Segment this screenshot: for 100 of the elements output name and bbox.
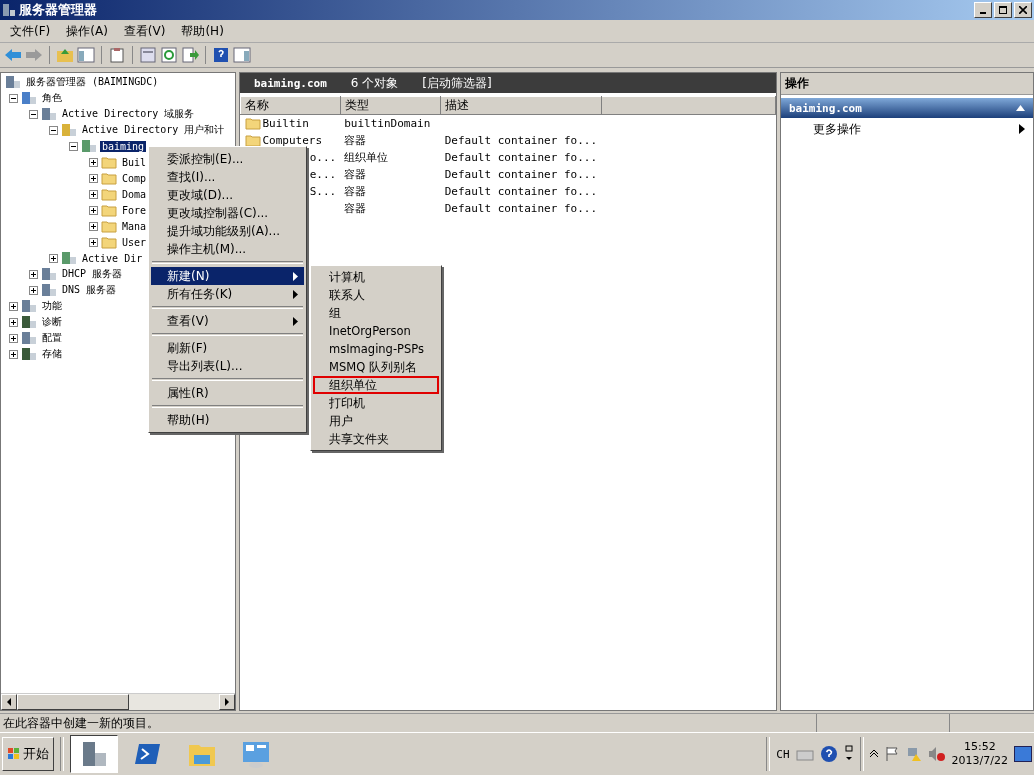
menu-item[interactable]: 组: [313, 304, 439, 322]
tree-item[interactable]: Fore: [120, 204, 149, 216]
export-icon[interactable]: [181, 47, 199, 63]
clock-time[interactable]: 15:52: [963, 740, 996, 754]
menu-item[interactable]: 帮助(H): [151, 411, 304, 429]
object-count: 6 个对象: [350, 74, 399, 92]
menu-item[interactable]: InetOrgPerson: [313, 322, 439, 340]
show-desktop-button[interactable]: [1014, 746, 1032, 762]
menu-item[interactable]: 查看(V): [117, 20, 172, 42]
clipboard-icon[interactable]: [108, 47, 126, 63]
expander-icon[interactable]: [89, 189, 98, 199]
start-logo-icon: [7, 747, 21, 761]
tree-item[interactable]: Active Dir: [80, 252, 145, 264]
menu-item[interactable]: 刷新(F): [151, 339, 304, 357]
expander-icon[interactable]: [89, 205, 98, 215]
tree-item[interactable]: DNS 服务器: [60, 283, 119, 297]
menu-item[interactable]: 操作主机(M)...: [151, 240, 304, 258]
expander-icon[interactable]: [29, 285, 38, 295]
menu-item[interactable]: 共享文件夹: [313, 430, 439, 448]
column-header[interactable]: 名称: [240, 96, 341, 115]
properties-icon[interactable]: [139, 47, 157, 63]
menu-item[interactable]: 联系人: [313, 286, 439, 304]
expander-icon[interactable]: [49, 253, 58, 263]
menu-item[interactable]: 操作(A): [60, 20, 114, 42]
menu-item[interactable]: 帮助(H): [175, 20, 230, 42]
expander-icon[interactable]: [89, 221, 98, 231]
flag-icon[interactable]: [883, 746, 900, 762]
tree-item[interactable]: DHCP 服务器: [60, 267, 125, 281]
tree-item[interactable]: 配置: [40, 331, 64, 345]
server-app-button[interactable]: [70, 735, 118, 773]
expander-icon[interactable]: [29, 109, 38, 119]
clock-date[interactable]: 2013/7/22: [951, 754, 1008, 768]
options-icon[interactable]: [843, 745, 854, 763]
menu-item[interactable]: 用户: [313, 412, 439, 430]
column-header[interactable]: 描述: [440, 96, 601, 115]
menu-item[interactable]: 更改域控制器(C)...: [151, 204, 304, 222]
expander-icon[interactable]: [49, 125, 58, 135]
status-text: 在此容器中创建一新的项目。: [2, 715, 160, 732]
close-button[interactable]: [1014, 2, 1032, 18]
menu-item[interactable]: 打印机: [313, 394, 439, 412]
expander-icon[interactable]: [9, 301, 18, 311]
scrollbar[interactable]: [1, 693, 235, 710]
expander-icon[interactable]: [29, 269, 38, 279]
menu-item[interactable]: 所有任务(K): [151, 285, 304, 303]
window-title: 服务器管理器: [19, 1, 97, 19]
column-header[interactable]: 类型: [340, 96, 441, 115]
menu-item[interactable]: 新建(N): [151, 267, 304, 285]
tree-item[interactable]: baiming: [100, 140, 147, 152]
collapse-icon[interactable]: [1016, 105, 1025, 111]
tree-item[interactable]: Active Directory 域服务: [60, 107, 197, 121]
expander-icon[interactable]: [9, 317, 18, 327]
menu-item[interactable]: 计算机: [313, 268, 439, 286]
folder-icon: [101, 155, 117, 169]
tree-item[interactable]: Active Directory 用户和计: [80, 123, 227, 137]
menu-item[interactable]: 导出列表(L)...: [151, 357, 304, 375]
start-button[interactable]: 开始: [2, 737, 54, 771]
tree-item[interactable]: User: [120, 236, 149, 248]
minimize-button[interactable]: [974, 2, 992, 18]
expander-icon[interactable]: [89, 237, 98, 247]
menu-item[interactable]: 文件(F): [4, 20, 57, 42]
language-indicator[interactable]: CH: [776, 747, 790, 761]
menu-item[interactable]: 查找(I)...: [151, 168, 304, 186]
tree-item[interactable]: 存储: [40, 347, 64, 361]
speaker-muted-icon[interactable]: [927, 746, 946, 762]
menu-item[interactable]: msImaging-PSPs: [313, 340, 439, 358]
tree-item[interactable]: 角色: [40, 91, 64, 105]
actions-section-header[interactable]: baiming.com: [781, 98, 1033, 118]
menu-item[interactable]: 更改域(D)...: [151, 186, 304, 204]
menu-item[interactable]: 组织单位: [313, 376, 439, 394]
pane-icon[interactable]: [77, 47, 95, 63]
tree-item[interactable]: 服务器管理器 (BAIMINGDC): [24, 75, 161, 89]
tree-item[interactable]: Mana: [120, 220, 149, 232]
help-icon[interactable]: [819, 745, 838, 763]
menu-item[interactable]: MSMQ 队列别名: [313, 358, 439, 376]
actions-title: 操作: [781, 73, 1033, 95]
action-item[interactable]: 更多操作: [781, 118, 1033, 140]
menu-item[interactable]: 属性(R): [151, 384, 304, 402]
tree-item[interactable]: Buil: [120, 156, 149, 168]
refresh-icon[interactable]: [160, 47, 178, 63]
node-icon: [21, 315, 37, 329]
help-icon[interactable]: [212, 47, 230, 63]
expander-icon[interactable]: [89, 173, 98, 183]
expander-icon[interactable]: [9, 93, 18, 103]
expander-icon[interactable]: [89, 157, 98, 167]
tree-item[interactable]: 功能: [40, 299, 64, 313]
tree-item[interactable]: Doma: [120, 188, 149, 200]
tree-item[interactable]: Comp: [120, 172, 149, 184]
expander-icon[interactable]: [69, 141, 78, 151]
menu-item[interactable]: 委派控制(E)...: [151, 150, 304, 168]
table-cell: Default container fo...: [444, 168, 597, 181]
restore-button[interactable]: [994, 2, 1012, 18]
caret-up-icon[interactable]: [869, 750, 878, 758]
menu-item[interactable]: 提升域功能级别(A)...: [151, 222, 304, 240]
node-icon: [61, 123, 77, 137]
expander-icon[interactable]: [9, 333, 18, 343]
menu-item[interactable]: 查看(V): [151, 312, 304, 330]
node-icon: [21, 91, 37, 105]
expander-icon[interactable]: [9, 349, 18, 359]
tree-item[interactable]: 诊断: [40, 315, 64, 329]
table-cell: 组织单位: [344, 151, 389, 164]
